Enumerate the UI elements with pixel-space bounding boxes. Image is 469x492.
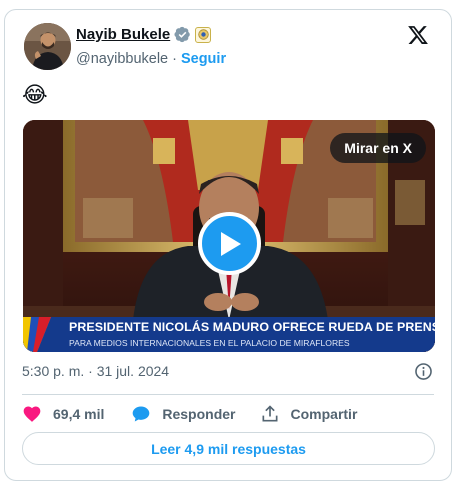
share-upload-icon [262, 405, 277, 422]
play-button[interactable] [198, 212, 261, 275]
embedded-post-card: Nayib Bukele @nayibbukele · Seguir 😂 Mir… [4, 9, 452, 481]
government-affiliation-badge-icon[interactable] [195, 26, 212, 43]
heart-icon [23, 406, 41, 422]
speech-bubble-icon [133, 406, 150, 422]
read-replies-button[interactable]: Leer 4,9 mil respuestas [22, 432, 435, 465]
like-button[interactable]: 69,4 mil [22, 404, 104, 424]
post-timestamp[interactable]: 5:30 p. m. · 31 jul. 2024 [22, 363, 169, 379]
venezuela-flag-icon [23, 317, 51, 352]
author-avatar[interactable] [24, 23, 71, 70]
tweet-text: 😂 [22, 82, 48, 107]
divider [22, 394, 434, 395]
reply-button[interactable]: Responder [131, 404, 236, 424]
video-caption-banner: PRESIDENTE NICOLÁS MADURO OFRECE RUEDA D… [23, 317, 435, 352]
avatar-photo [24, 23, 71, 70]
flag-seal-icon [198, 29, 209, 40]
handle-separator: · [172, 51, 177, 67]
author-name[interactable]: Nayib Bukele [76, 26, 170, 43]
action-bar: 69,4 mil Responder Compartir [22, 403, 357, 425]
banner-subtitle: PARA MEDIOS INTERNACIONALES EN EL PALACI… [69, 338, 350, 348]
author-handle[interactable]: @nayibbukele [76, 51, 168, 67]
watch-on-x-button[interactable]: Mirar en X [330, 133, 426, 163]
info-icon[interactable] [414, 362, 433, 381]
author-name-row: Nayib Bukele [76, 26, 212, 43]
share-label: Compartir [290, 406, 358, 422]
x-logo-icon[interactable] [407, 24, 429, 46]
video-thumbnail[interactable]: Mirar en X PRESIDENTE NICOLÁS MADURO OFR… [23, 120, 435, 352]
banner-title: PRESIDENTE NICOLÁS MADURO OFRECE RUEDA D… [69, 320, 435, 334]
reply-label: Responder [162, 406, 236, 422]
share-button[interactable]: Compartir [260, 404, 358, 424]
follow-button[interactable]: Seguir [181, 51, 226, 67]
author-handle-row: @nayibbukele · Seguir [76, 51, 226, 67]
play-icon [220, 231, 241, 256]
verified-badge-icon [174, 26, 190, 43]
like-count: 69,4 mil [53, 406, 105, 422]
